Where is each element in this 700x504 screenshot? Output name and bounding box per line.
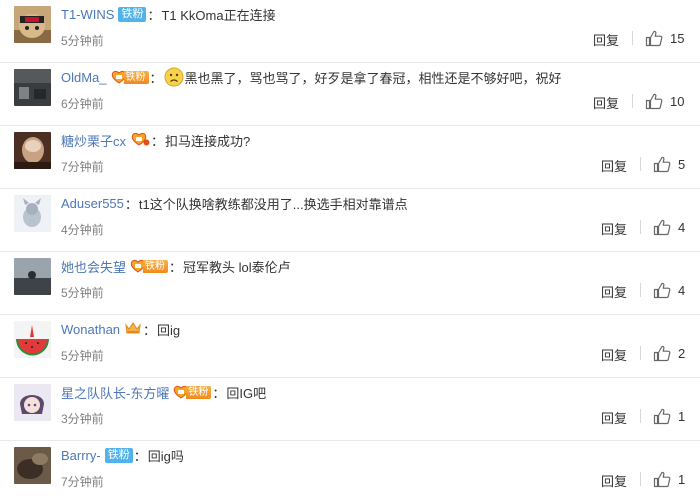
username[interactable]: 糖炒栗子cx <box>61 131 126 150</box>
colon: ： <box>169 259 183 275</box>
divider <box>640 346 641 360</box>
like-count: 2 <box>678 346 686 361</box>
like-count: 15 <box>670 31 685 46</box>
like-button[interactable]: 1 <box>653 471 685 488</box>
like-button[interactable]: 1 <box>653 408 685 425</box>
divider <box>640 157 641 171</box>
divider <box>632 94 633 108</box>
username[interactable]: 星之队队长-东方曜 <box>61 383 169 402</box>
timestamp: 3分钟前 <box>61 412 104 426</box>
divider <box>640 283 641 297</box>
thumbs-up-icon <box>653 471 671 488</box>
crown-badge[interactable] <box>124 320 142 338</box>
avatar[interactable] <box>14 258 51 295</box>
timestamp: 5分钟前 <box>61 349 104 363</box>
avatar[interactable] <box>14 132 51 169</box>
timestamp: 7分钟前 <box>61 160 104 174</box>
reply-button[interactable]: 回复 <box>593 93 619 112</box>
colon: ： <box>143 322 157 338</box>
thumbs-up-icon <box>653 156 671 173</box>
username[interactable]: Wonathan <box>61 322 120 337</box>
like-button[interactable]: 4 <box>653 219 685 236</box>
divider <box>640 220 641 234</box>
thumbs-up-icon <box>645 30 663 47</box>
colon: ： <box>147 7 161 23</box>
fan-badge[interactable]: 铁粉 <box>118 6 147 22</box>
like-count: 5 <box>678 157 686 172</box>
comment-text: T1 KkOma正在连接 <box>161 7 276 23</box>
reply-button[interactable]: 回复 <box>601 471 627 490</box>
divider <box>640 472 641 486</box>
timestamp: 4分钟前 <box>61 223 104 237</box>
colon: ： <box>124 196 138 212</box>
timestamp: 7分钟前 <box>61 475 104 489</box>
comment-item: Wonathan ： 回ig 5分钟前 回复 2 <box>0 315 700 378</box>
thumbs-up-icon <box>653 345 671 362</box>
like-count: 4 <box>678 220 686 235</box>
comment-item: 糖炒栗子cx ： 扣马连接成功? 7分钟前 回复 5 <box>0 126 700 189</box>
heart-badge[interactable] <box>130 131 150 150</box>
like-button[interactable]: 10 <box>645 93 684 110</box>
reply-button[interactable]: 回复 <box>601 156 627 175</box>
avatar[interactable] <box>14 69 51 106</box>
reply-button[interactable]: 回复 <box>601 219 627 238</box>
like-count: 1 <box>678 409 686 424</box>
like-count: 10 <box>670 94 685 109</box>
reply-button[interactable]: 回复 <box>593 30 619 49</box>
avatar[interactable] <box>14 6 51 43</box>
username[interactable]: 她也会失望 <box>61 257 126 276</box>
thumbs-up-icon <box>653 282 671 299</box>
comment-text: 回ig吗 <box>147 448 184 464</box>
iron-fan-badge[interactable]: 铁粉 <box>111 69 149 85</box>
comment-text: 回ig <box>157 322 181 338</box>
like-count: 4 <box>678 283 686 298</box>
iron-fan-badge[interactable]: 铁粉 <box>130 258 169 274</box>
comment-item: 星之队队长-东方曜 铁粉 ： 回IG吧 3分钟前 回复 1 <box>0 378 700 441</box>
comment-text: 冠军教头 lol泰伦卢 <box>183 259 291 275</box>
timestamp: 6分钟前 <box>61 97 104 111</box>
username[interactable]: Barrry- <box>61 448 101 463</box>
colon: ： <box>149 70 163 86</box>
like-button[interactable]: 4 <box>653 282 685 299</box>
thumbs-up-icon <box>645 93 663 110</box>
sad-face-emoji <box>164 67 184 87</box>
divider <box>632 31 633 45</box>
comment-item: OldMa_ 铁粉 ： 黑也黑了，骂也骂了，好歹是拿了春冠，相性还是不够好吧，祝… <box>0 63 700 126</box>
like-button[interactable]: 2 <box>653 345 685 362</box>
iron-fan-badge[interactable]: 铁粉 <box>173 384 212 400</box>
avatar[interactable] <box>14 447 51 484</box>
comment-text: t1这个队换啥教练都没用了...换选手相对靠谱点 <box>138 196 408 212</box>
username[interactable]: Aduser555 <box>61 196 124 211</box>
colon: ： <box>212 385 226 401</box>
avatar[interactable] <box>14 195 51 232</box>
avatar[interactable] <box>14 321 51 358</box>
thumbs-up-icon <box>653 219 671 236</box>
comment-list: T1-WINS 铁粉 ： T1 KkOma正在连接 5分钟前 回复 15 Old… <box>0 0 700 504</box>
timestamp: 5分钟前 <box>61 286 104 300</box>
fan-badge[interactable]: 铁粉 <box>104 447 133 463</box>
username[interactable]: T1-WINS <box>61 7 114 22</box>
like-button[interactable]: 15 <box>645 30 684 47</box>
comment-item: Aduser555 ： t1这个队换啥教练都没用了...换选手相对靠谱点 4分钟… <box>0 189 700 252</box>
thumbs-up-icon <box>653 408 671 425</box>
reply-button[interactable]: 回复 <box>601 282 627 301</box>
like-button[interactable]: 5 <box>653 156 685 173</box>
comment-item: 她也会失望 铁粉 ： 冠军教头 lol泰伦卢 5分钟前 回复 4 <box>0 252 700 315</box>
divider <box>640 409 641 423</box>
timestamp: 5分钟前 <box>61 34 104 48</box>
comment-text: 回IG吧 <box>226 385 267 401</box>
reply-button[interactable]: 回复 <box>601 408 627 427</box>
comment-text: 扣马连接成功? <box>165 133 251 149</box>
colon: ： <box>151 133 165 149</box>
username[interactable]: OldMa_ <box>61 70 107 85</box>
comment-text: 黑也黑了，骂也骂了，好歹是拿了春冠，相性还是不够好吧，祝好 <box>184 70 562 86</box>
comment-item: Barrry- 铁粉 ： 回ig吗 7分钟前 回复 1 <box>0 441 700 504</box>
avatar[interactable] <box>14 384 51 421</box>
reply-button[interactable]: 回复 <box>601 345 627 364</box>
like-count: 1 <box>678 472 686 487</box>
colon: ： <box>133 448 147 464</box>
comment-item: T1-WINS 铁粉 ： T1 KkOma正在连接 5分钟前 回复 15 <box>0 0 700 63</box>
